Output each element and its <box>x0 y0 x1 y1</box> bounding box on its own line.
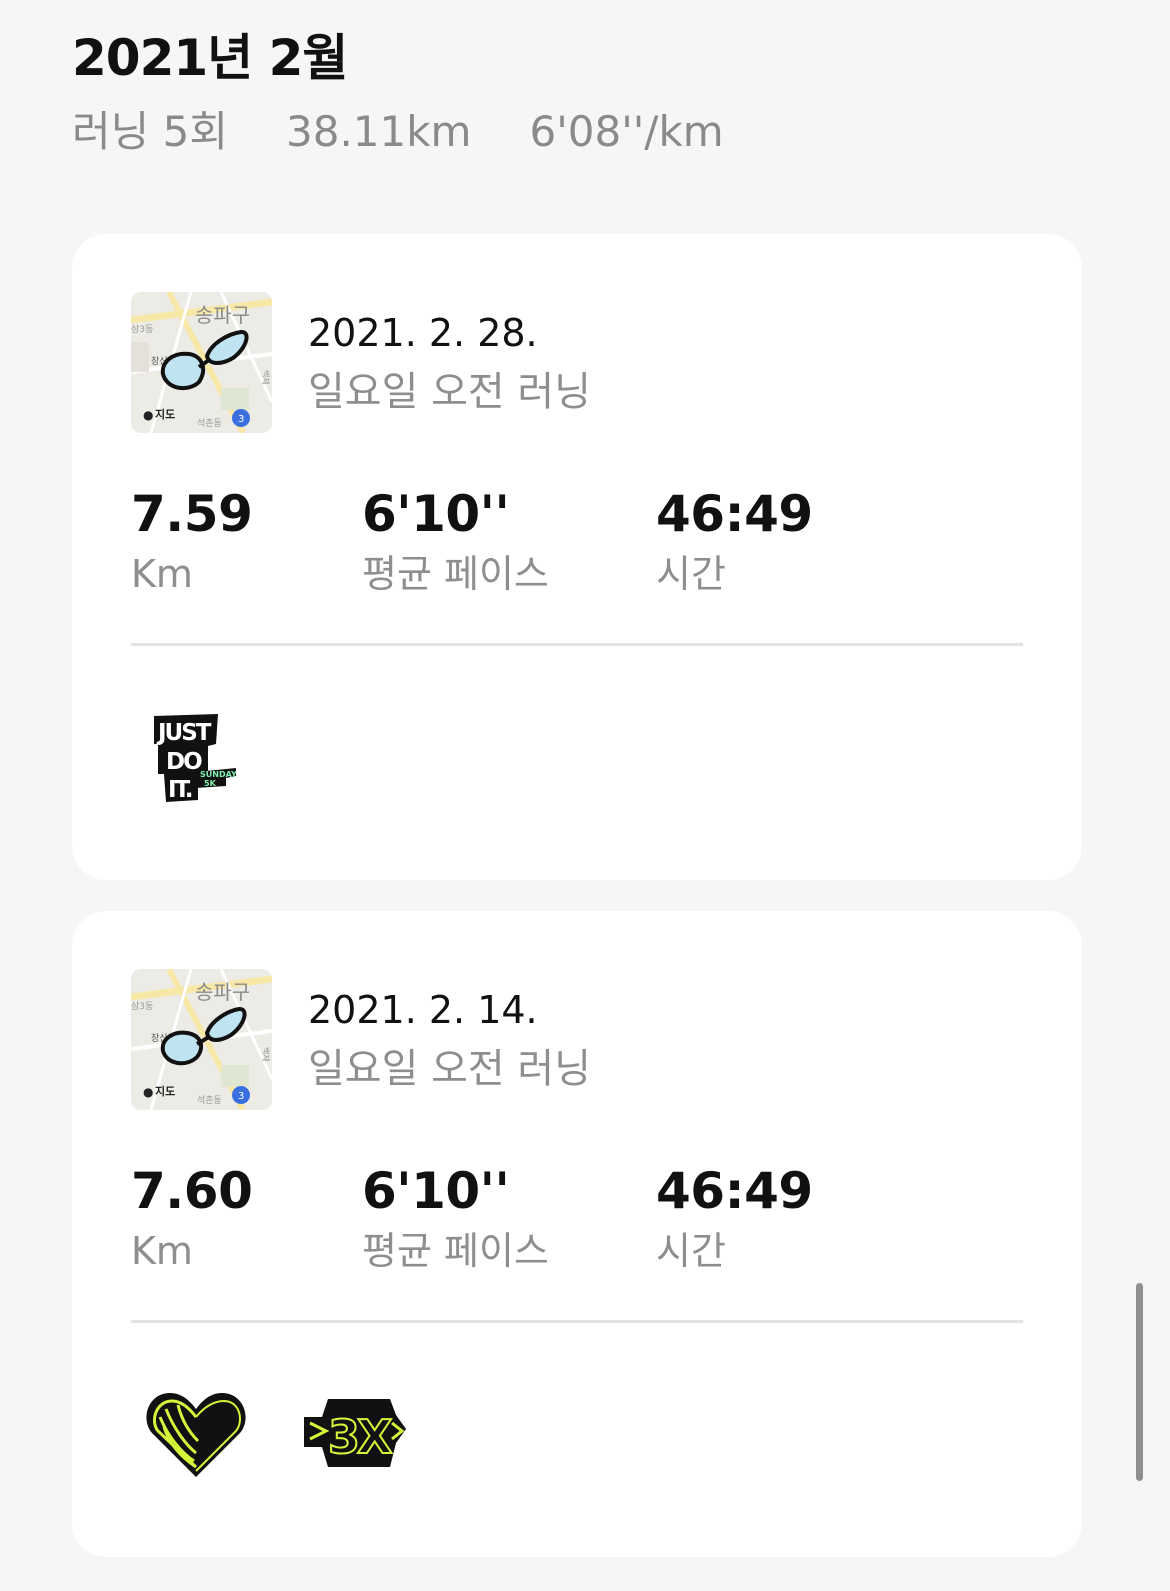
heart-badge[interactable] <box>144 1387 248 1481</box>
month-summary: 러닝 5회 38.11km 6'08''/km <box>72 104 782 160</box>
activity-header: 2021. 2. 14. 일요일 오전 러닝 <box>308 985 591 1095</box>
map-route-number: 3 <box>238 1091 244 1102</box>
scrollbar[interactable] <box>1136 1283 1143 1481</box>
pace-label: 평균 페이스 <box>362 1229 549 1273</box>
heart-badge-icon <box>146 1393 246 1477</box>
activity-card[interactable]: 송파구 삼3동 장신로 석촌동 백제 ● 지도 3 2021. 2. 14. 일… <box>72 911 1082 1557</box>
time-stat: 46:49 시간 <box>656 482 813 600</box>
month-run-count: 러닝 5회 <box>72 107 228 156</box>
svg-text:●: ● <box>143 1085 153 1099</box>
map-label: 백제 <box>261 1047 271 1062</box>
svg-text:●: ● <box>143 408 153 422</box>
pace-label: 평균 페이스 <box>362 552 549 596</box>
time-stat: 46:49 시간 <box>656 1159 813 1277</box>
activity-name: 일요일 오전 러닝 <box>308 1046 592 1092</box>
month-average-pace: 6'08''/km <box>529 107 724 156</box>
time-label: 시간 <box>656 552 726 596</box>
map-district-label: 송파구 <box>195 303 250 327</box>
map-brand-label: 지도 <box>155 407 175 421</box>
pace-stat: 6'10'' 평균 페이스 <box>362 1159 549 1277</box>
route-map-thumbnail[interactable]: 송파구 삼3동 장신로 석촌동 백제 ● 지도 3 <box>131 969 272 1110</box>
distance-value: 7.60 <box>131 1162 253 1220</box>
badge-text: JUST <box>156 720 212 746</box>
map-district-label: 송파구 <box>195 980 250 1004</box>
distance-label: Km <box>131 1229 193 1273</box>
month-title: 2021년 2월 <box>72 29 348 87</box>
time-value: 46:49 <box>656 485 813 543</box>
time-value: 46:49 <box>656 1162 813 1220</box>
route-map-thumbnail[interactable]: 송파구 삼3동 장신로 석촌동 백제 ● 지도 3 <box>131 292 272 433</box>
month-header: 2021년 2월 러닝 5회 38.11km 6'08''/km <box>72 26 782 160</box>
distance-stat: 7.59 Km <box>131 482 253 600</box>
3x-badge[interactable]: 3X <box>300 1393 408 1473</box>
map-brand-label: 지도 <box>155 1084 175 1098</box>
map-label: 석촌동 <box>197 418 222 429</box>
route-map-icon: 송파구 삼3동 장신로 석촌동 백제 ● 지도 3 <box>131 969 272 1110</box>
badge-text: 3X <box>328 1410 392 1464</box>
pace-value: 6'10'' <box>362 1162 510 1220</box>
time-label: 시간 <box>656 1229 726 1273</box>
activity-name: 일요일 오전 러닝 <box>308 369 592 415</box>
activity-card[interactable]: 송파구 삼3동 장신로 석촌동 백제 ● 지도 3 2021. 2. 28. 일… <box>72 234 1082 880</box>
activity-header: 2021. 2. 28. 일요일 오전 러닝 <box>308 308 591 418</box>
pace-stat: 6'10'' 평균 페이스 <box>362 482 549 600</box>
activity-date: 2021. 2. 28. <box>308 311 538 355</box>
map-route-number: 3 <box>238 414 244 425</box>
month-total-distance: 38.11km <box>286 107 472 156</box>
map-label: 삼3동 <box>131 1001 153 1012</box>
activity-date: 2021. 2. 14. <box>308 988 538 1032</box>
badge-text: 5K <box>204 779 217 788</box>
map-label: 석촌동 <box>197 1095 222 1106</box>
3x-badge-icon: 3X <box>304 1399 406 1467</box>
distance-label: Km <box>131 552 193 596</box>
badge-text: DO <box>166 749 202 775</box>
divider <box>131 643 1023 646</box>
pace-value: 6'10'' <box>362 485 510 543</box>
map-label: 삼3동 <box>131 324 153 335</box>
divider <box>131 1320 1023 1323</box>
just-do-it-sunday-5k-icon: JUST DO IT. SUNDAY 5K <box>154 714 237 803</box>
distance-stat: 7.60 Km <box>131 1159 253 1277</box>
just-do-it-badge[interactable]: JUST DO IT. SUNDAY 5K <box>152 712 242 804</box>
distance-value: 7.59 <box>131 485 253 543</box>
badge-text: IT. <box>168 777 192 803</box>
map-label: 백제 <box>261 370 271 385</box>
route-map-icon: 송파구 삼3동 장신로 석촌동 백제 ● 지도 3 <box>131 292 272 433</box>
badge-text: SUNDAY <box>200 770 237 779</box>
